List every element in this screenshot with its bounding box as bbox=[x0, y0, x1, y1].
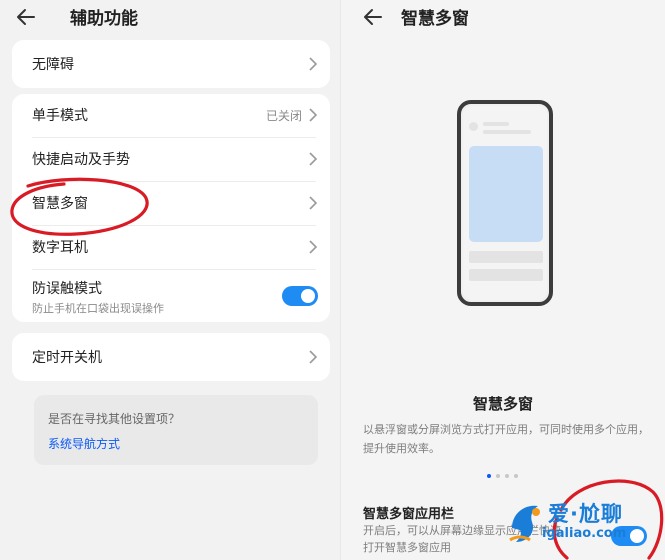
app-bar-setting-title: 智慧多窗应用栏 bbox=[363, 507, 455, 522]
page-dot bbox=[514, 474, 518, 478]
pocket-mode-toggle[interactable] bbox=[282, 286, 318, 306]
settings-item-label: 定时开关机 bbox=[32, 350, 102, 366]
feature-description: 以悬浮窗或分屏浏览方式打开应用，可同时使用多个应用，提升使用效率。 bbox=[363, 423, 649, 455]
settings-item-label: 数字耳机 bbox=[32, 240, 88, 256]
bird-logo-icon bbox=[509, 505, 540, 542]
chevron-right-icon bbox=[309, 57, 318, 71]
watermark-en: igaliao.com bbox=[542, 526, 627, 541]
suggestion-card: 是否在寻找其他设置项？ 系统导航方式 bbox=[34, 395, 318, 465]
settings-item-pocket-mode: 防误触模式 防止手机在口袋出现误操作 bbox=[12, 270, 330, 322]
text-placeholder bbox=[483, 122, 509, 126]
chevron-right-icon bbox=[309, 108, 318, 122]
watermark-logo: 爱·尬聊 igaliao.com bbox=[504, 494, 659, 552]
settings-item-sublabel: 防止手机在口袋出现误操作 bbox=[32, 302, 164, 315]
watermark-cn: 爱·尬聊 bbox=[548, 502, 623, 526]
settings-card: 无障碍 bbox=[12, 40, 330, 88]
settings-item-label: 无障碍 bbox=[32, 57, 74, 73]
settings-item-shortcuts-gestures[interactable]: 快捷启动及手势 bbox=[12, 138, 330, 181]
feature-title: 智慧多窗 bbox=[472, 395, 533, 413]
system-navigation-link[interactable]: 系统导航方式 bbox=[48, 435, 120, 452]
settings-item-accessibility[interactable]: 无障碍 bbox=[12, 40, 330, 88]
chevron-right-icon bbox=[309, 350, 318, 364]
settings-item-label: 单手模式 bbox=[32, 108, 88, 124]
settings-item-label: 快捷启动及手势 bbox=[32, 152, 130, 168]
smart-multiwindow-screen: 智慧多窗 智慧多窗 以悬浮窗或分屏浏览方式打开应用，可同时使用多个应用，提升使用… bbox=[341, 0, 665, 560]
floating-window-illustration bbox=[469, 146, 543, 242]
chevron-right-icon bbox=[309, 152, 318, 166]
text-placeholder bbox=[483, 130, 531, 134]
settings-item-scheduled-power[interactable]: 定时开关机 bbox=[12, 333, 330, 381]
page-title: 辅助功能 bbox=[70, 9, 138, 29]
settings-item-one-handed-mode[interactable]: 单手模式 已关闭 bbox=[12, 94, 330, 137]
arrow-left-icon[interactable] bbox=[361, 5, 385, 29]
arrow-left-icon[interactable] bbox=[14, 5, 38, 29]
annotation-circle bbox=[10, 177, 149, 236]
settings-card: 定时开关机 bbox=[12, 333, 330, 381]
toggle-knob bbox=[301, 289, 315, 303]
page-dot bbox=[505, 474, 509, 478]
page-title: 智慧多窗 bbox=[401, 9, 469, 29]
settings-item-value: 已关闭 bbox=[265, 109, 302, 123]
suggestion-question: 是否在寻找其他设置项？ bbox=[48, 412, 181, 426]
page-dot-active bbox=[487, 474, 491, 478]
page-dot bbox=[496, 474, 500, 478]
header: 智慧多窗 bbox=[341, 0, 665, 36]
accessibility-settings-screen: 辅助功能 无障碍 单手模式 已关闭 快捷启动及手势 智慧多窗 数字耳机 防误触模… bbox=[0, 0, 340, 560]
block-placeholder bbox=[469, 269, 543, 281]
header: 辅助功能 bbox=[0, 0, 340, 36]
chevron-right-icon bbox=[309, 196, 318, 210]
phone-illustration bbox=[457, 100, 553, 306]
settings-item-label: 防误触模式 bbox=[32, 281, 102, 297]
avatar-placeholder bbox=[469, 122, 478, 131]
chevron-right-icon bbox=[309, 240, 318, 254]
phone-screen bbox=[463, 106, 547, 300]
block-placeholder bbox=[469, 251, 543, 263]
